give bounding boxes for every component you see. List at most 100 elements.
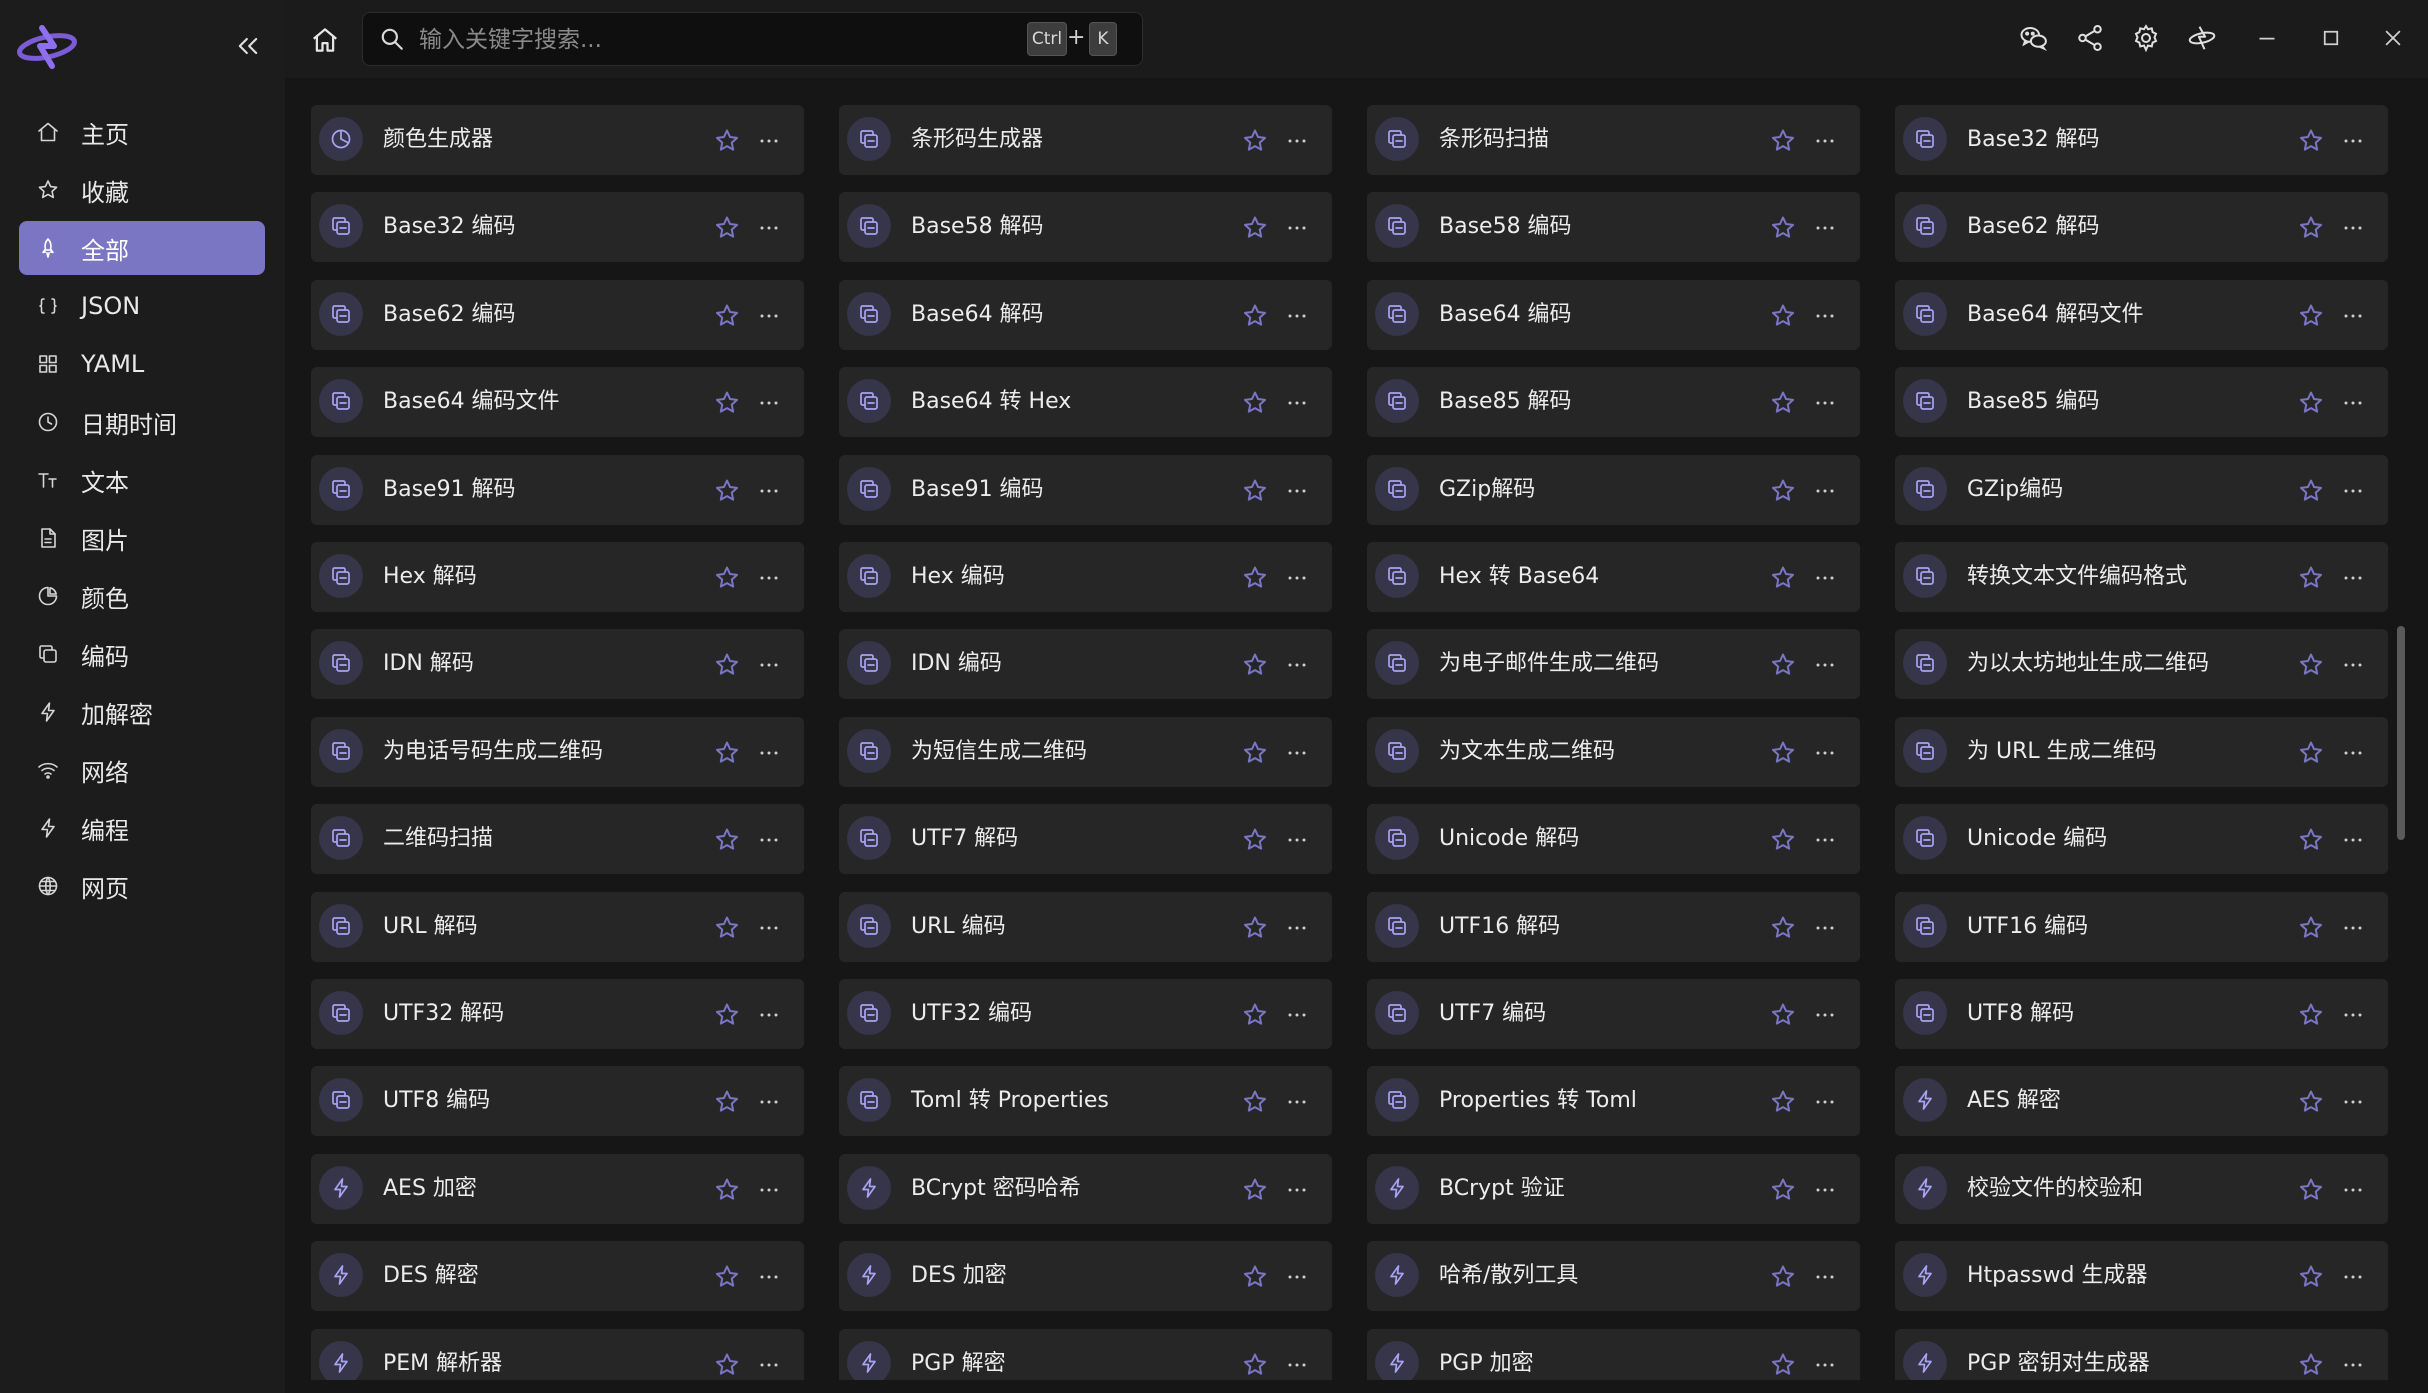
more-options-icon[interactable] bbox=[1811, 1351, 1839, 1379]
tool-card[interactable]: Base62 编码 bbox=[311, 280, 804, 350]
sidebar-item-9[interactable]: 编码 bbox=[19, 627, 265, 681]
sidebar-item-0[interactable]: 主页 bbox=[19, 105, 265, 159]
tool-card[interactable]: IDN 编码 bbox=[839, 629, 1332, 699]
tool-card[interactable]: Base85 编码 bbox=[1895, 367, 2388, 437]
favorite-star-icon[interactable] bbox=[1769, 477, 1797, 505]
more-options-icon[interactable] bbox=[2339, 564, 2367, 592]
collapse-sidebar-button[interactable] bbox=[230, 28, 266, 64]
more-options-icon[interactable] bbox=[755, 1351, 783, 1379]
sidebar-item-4[interactable]: YAML bbox=[19, 337, 265, 391]
tool-card[interactable]: 为文本生成二维码 bbox=[1367, 717, 1860, 787]
sidebar-item-2[interactable]: 全部 bbox=[19, 221, 265, 275]
tool-card[interactable]: Base32 解码 bbox=[1895, 105, 2388, 175]
tool-card[interactable]: PGP 解密 bbox=[839, 1329, 1332, 1380]
more-options-icon[interactable] bbox=[755, 477, 783, 505]
more-options-icon[interactable] bbox=[755, 914, 783, 942]
favorite-star-icon[interactable] bbox=[1241, 302, 1269, 330]
tool-card[interactable]: URL 编码 bbox=[839, 892, 1332, 962]
favorite-star-icon[interactable] bbox=[1769, 389, 1797, 417]
share-button[interactable] bbox=[2070, 18, 2110, 58]
favorite-star-icon[interactable] bbox=[1241, 214, 1269, 242]
favorite-star-icon[interactable] bbox=[2297, 214, 2325, 242]
more-options-icon[interactable] bbox=[1811, 389, 1839, 417]
tool-card[interactable]: UTF16 编码 bbox=[1895, 892, 2388, 962]
sidebar-item-5[interactable]: 日期时间 bbox=[19, 395, 265, 449]
more-options-icon[interactable] bbox=[755, 1001, 783, 1029]
favorite-star-icon[interactable] bbox=[1769, 826, 1797, 854]
more-options-icon[interactable] bbox=[755, 127, 783, 155]
favorite-star-icon[interactable] bbox=[1241, 564, 1269, 592]
more-options-icon[interactable] bbox=[1283, 127, 1311, 155]
tool-card[interactable]: Unicode 解码 bbox=[1367, 804, 1860, 874]
more-options-icon[interactable] bbox=[1811, 1001, 1839, 1029]
tool-card[interactable]: Base91 编码 bbox=[839, 455, 1332, 525]
sidebar-item-3[interactable]: JSON bbox=[19, 279, 265, 333]
more-options-icon[interactable] bbox=[755, 826, 783, 854]
tool-card[interactable]: Base32 编码 bbox=[311, 192, 804, 262]
favorite-star-icon[interactable] bbox=[1769, 739, 1797, 767]
favorite-star-icon[interactable] bbox=[2297, 1263, 2325, 1291]
favorite-star-icon[interactable] bbox=[2297, 564, 2325, 592]
favorite-star-icon[interactable] bbox=[1241, 1176, 1269, 1204]
sidebar-item-6[interactable]: 文本 bbox=[19, 453, 265, 507]
more-options-icon[interactable] bbox=[2339, 739, 2367, 767]
favorite-star-icon[interactable] bbox=[2297, 302, 2325, 330]
sidebar-item-13[interactable]: 网页 bbox=[19, 859, 265, 913]
more-options-icon[interactable] bbox=[1283, 214, 1311, 242]
favorite-star-icon[interactable] bbox=[713, 1351, 741, 1379]
tool-card[interactable]: UTF7 编码 bbox=[1367, 979, 1860, 1049]
tool-card[interactable]: 颜色生成器 bbox=[311, 105, 804, 175]
favorite-star-icon[interactable] bbox=[1769, 127, 1797, 155]
tool-card[interactable]: DES 加密 bbox=[839, 1241, 1332, 1311]
favorite-star-icon[interactable] bbox=[713, 1088, 741, 1116]
more-options-icon[interactable] bbox=[1811, 214, 1839, 242]
more-options-icon[interactable] bbox=[1283, 477, 1311, 505]
more-options-icon[interactable] bbox=[1811, 302, 1839, 330]
tool-card[interactable]: IDN 解码 bbox=[311, 629, 804, 699]
more-options-icon[interactable] bbox=[1811, 127, 1839, 155]
favorite-star-icon[interactable] bbox=[2297, 1088, 2325, 1116]
more-options-icon[interactable] bbox=[2339, 1176, 2367, 1204]
sidebar-item-8[interactable]: 颜色 bbox=[19, 569, 265, 623]
more-options-icon[interactable] bbox=[1283, 1263, 1311, 1291]
more-options-icon[interactable] bbox=[755, 651, 783, 679]
tool-card[interactable]: Base58 解码 bbox=[839, 192, 1332, 262]
tool-card[interactable]: UTF7 解码 bbox=[839, 804, 1332, 874]
tool-card[interactable]: Base64 编码 bbox=[1367, 280, 1860, 350]
more-options-icon[interactable] bbox=[1283, 1088, 1311, 1116]
more-options-icon[interactable] bbox=[755, 1176, 783, 1204]
tool-card[interactable]: 哈希/散列工具 bbox=[1367, 1241, 1860, 1311]
more-options-icon[interactable] bbox=[2339, 389, 2367, 417]
more-options-icon[interactable] bbox=[1283, 739, 1311, 767]
favorite-star-icon[interactable] bbox=[2297, 389, 2325, 417]
favorite-star-icon[interactable] bbox=[713, 1263, 741, 1291]
more-options-icon[interactable] bbox=[1811, 651, 1839, 679]
more-options-icon[interactable] bbox=[2339, 1351, 2367, 1379]
more-options-icon[interactable] bbox=[2339, 1263, 2367, 1291]
tool-card[interactable]: 为电子邮件生成二维码 bbox=[1367, 629, 1860, 699]
favorite-star-icon[interactable] bbox=[1241, 826, 1269, 854]
more-options-icon[interactable] bbox=[2339, 651, 2367, 679]
tool-card[interactable]: UTF8 解码 bbox=[1895, 979, 2388, 1049]
close-button[interactable] bbox=[2373, 18, 2413, 58]
more-options-icon[interactable] bbox=[755, 389, 783, 417]
sidebar-item-11[interactable]: 网络 bbox=[19, 743, 265, 797]
favorite-star-icon[interactable] bbox=[2297, 1351, 2325, 1379]
tool-card[interactable]: Toml 转 Properties bbox=[839, 1066, 1332, 1136]
favorite-star-icon[interactable] bbox=[1769, 214, 1797, 242]
favorite-star-icon[interactable] bbox=[1769, 1176, 1797, 1204]
favorite-star-icon[interactable] bbox=[1241, 1001, 1269, 1029]
settings-button[interactable] bbox=[2126, 18, 2166, 58]
favorite-star-icon[interactable] bbox=[1241, 739, 1269, 767]
tool-card[interactable]: 条形码扫描 bbox=[1367, 105, 1860, 175]
more-options-icon[interactable] bbox=[1283, 1351, 1311, 1379]
tool-card[interactable]: 条形码生成器 bbox=[839, 105, 1332, 175]
more-options-icon[interactable] bbox=[755, 564, 783, 592]
more-options-icon[interactable] bbox=[2339, 302, 2367, 330]
tool-card[interactable]: UTF32 编码 bbox=[839, 979, 1332, 1049]
favorite-star-icon[interactable] bbox=[2297, 1176, 2325, 1204]
more-options-icon[interactable] bbox=[1283, 651, 1311, 679]
search-input[interactable] bbox=[417, 21, 981, 59]
tool-card[interactable]: Base64 解码 bbox=[839, 280, 1332, 350]
tool-card[interactable]: Base85 解码 bbox=[1367, 367, 1860, 437]
